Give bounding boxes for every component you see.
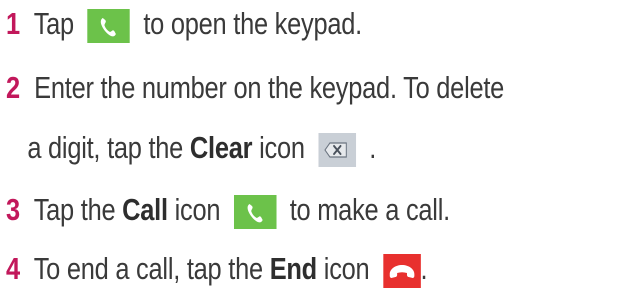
step-text: Tap the	[33, 192, 116, 227]
step-2: 2 Enter the number on the keypad. To del…	[6, 68, 504, 108]
end-call-icon	[382, 253, 421, 288]
step-number: 4	[6, 251, 20, 286]
step-3: 3 Tap the Call icon to make a call.	[6, 190, 450, 230]
step-2-continued: a digit, tap the Clear icon .	[6, 128, 376, 168]
keyword-end: End	[269, 251, 318, 286]
step-text: icon	[174, 192, 221, 227]
step-text: .	[369, 130, 377, 165]
step-text: icon	[259, 130, 305, 165]
step-text: Enter the number on the keypad. To delet…	[34, 70, 505, 105]
step-text: .	[420, 251, 428, 286]
step-text: To end a call, tap the	[33, 251, 263, 286]
step-1: 1 Tap to open the keypad.	[6, 4, 362, 44]
step-text: a digit, tap the	[27, 130, 184, 165]
instruction-steps: 1 Tap to open the keypad. 2 Enter the nu…	[0, 0, 629, 288]
keyword-clear: Clear	[189, 130, 253, 165]
step-text: Tap	[33, 6, 75, 41]
keyword-call: Call	[122, 192, 168, 227]
step-number: 1	[6, 6, 20, 41]
step-text: to open the keypad.	[143, 6, 362, 41]
phone-call-icon	[233, 194, 277, 229]
backspace-clear-icon	[318, 132, 356, 167]
step-number: 2	[6, 70, 20, 105]
step-text: icon	[323, 251, 370, 286]
phone-call-icon	[87, 8, 130, 43]
step-4: 4 To end a call, tap the End icon .	[6, 249, 428, 289]
step-text: to make a call.	[289, 192, 450, 227]
step-number: 3	[6, 192, 20, 227]
